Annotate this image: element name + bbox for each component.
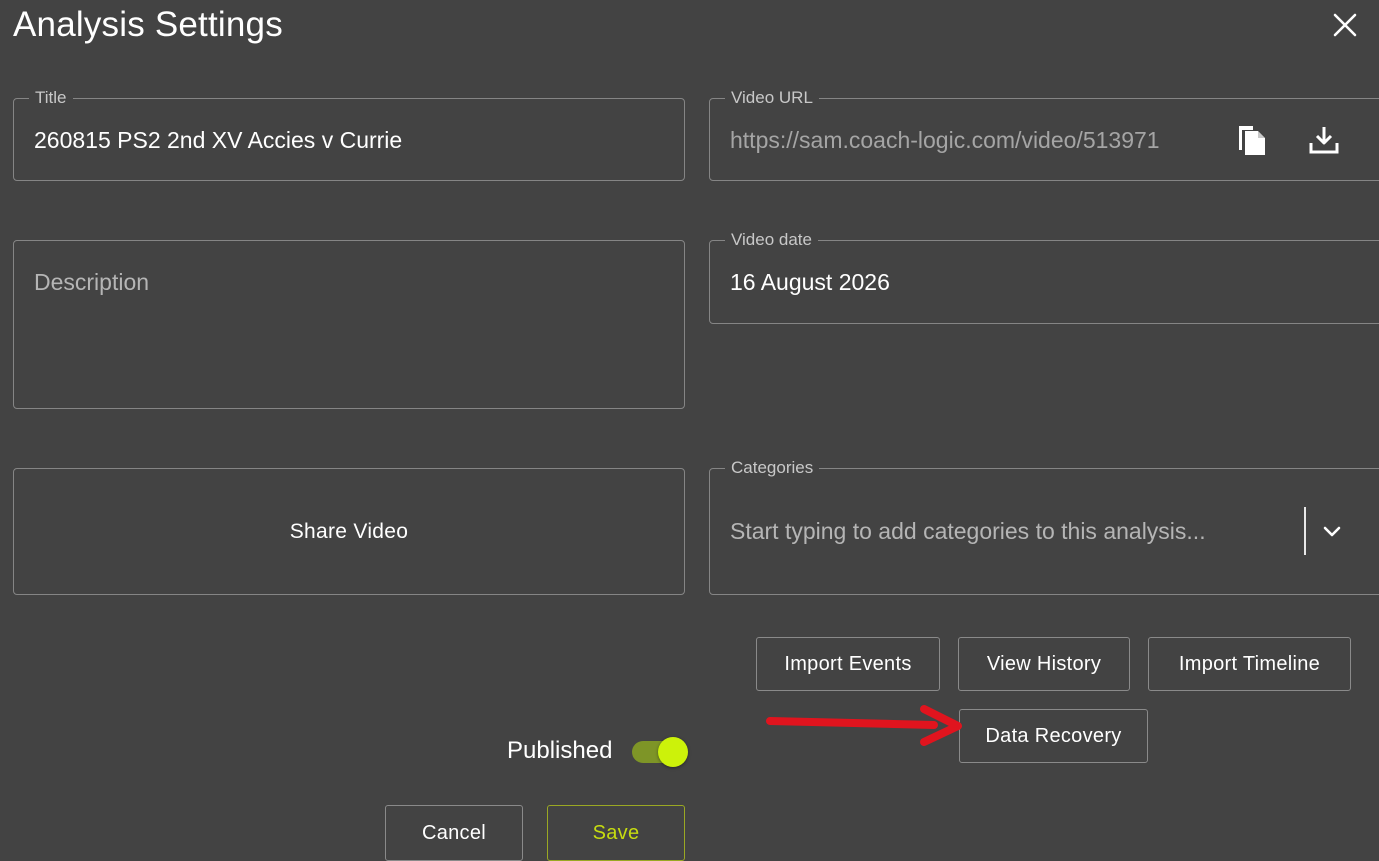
share-video-button[interactable]: Share Video <box>13 468 685 595</box>
published-toggle[interactable] <box>632 737 690 767</box>
close-button[interactable] <box>1326 6 1364 44</box>
cancel-button[interactable]: Cancel <box>385 805 523 861</box>
analysis-settings-dialog: Analysis Settings Title 260815 PS2 2nd X… <box>0 0 1379 861</box>
title-field-label: Title <box>29 88 73 108</box>
categories-divider <box>1304 507 1306 555</box>
copy-icon <box>1239 126 1265 155</box>
import-timeline-button[interactable]: Import Timeline <box>1148 637 1351 691</box>
chevron-down-icon <box>1323 526 1341 537</box>
data-recovery-button[interactable]: Data Recovery <box>959 709 1148 763</box>
categories-field[interactable]: Categories Start typing to add categorie… <box>709 458 1379 595</box>
published-label: Published <box>507 737 613 764</box>
video-date-field-label: Video date <box>725 230 818 250</box>
toggle-thumb <box>658 737 688 767</box>
video-date-field[interactable]: Video date 16 August 2026 <box>709 230 1379 324</box>
categories-dropdown-button[interactable] <box>1312 511 1352 551</box>
view-history-button[interactable]: View History <box>958 637 1130 691</box>
video-url-value: https://sam.coach-logic.com/video/513971 <box>730 127 1160 153</box>
categories-field-label: Categories <box>725 458 820 478</box>
import-events-button[interactable]: Import Events <box>756 637 940 691</box>
download-icon <box>1309 127 1339 154</box>
annotation-arrow-icon <box>766 705 962 746</box>
title-field-value: 260815 PS2 2nd XV Accies v Currie <box>34 127 403 153</box>
share-video-label: Share Video <box>289 519 409 543</box>
save-button[interactable]: Save <box>547 805 685 861</box>
close-icon <box>1333 13 1357 37</box>
copy-url-button[interactable] <box>1232 119 1272 159</box>
dialog-title: Analysis Settings <box>13 5 283 44</box>
download-url-button[interactable] <box>1304 119 1344 159</box>
video-url-field[interactable]: Video URL https://sam.coach-logic.com/vi… <box>709 88 1379 181</box>
description-field[interactable]: Description <box>13 240 685 409</box>
description-placeholder: Description <box>34 269 150 295</box>
video-url-field-label: Video URL <box>725 88 819 108</box>
title-field[interactable]: Title 260815 PS2 2nd XV Accies v Currie <box>13 88 685 181</box>
categories-input[interactable]: Start typing to add categories to this a… <box>730 517 1206 545</box>
video-date-value: 16 August 2026 <box>730 269 890 295</box>
